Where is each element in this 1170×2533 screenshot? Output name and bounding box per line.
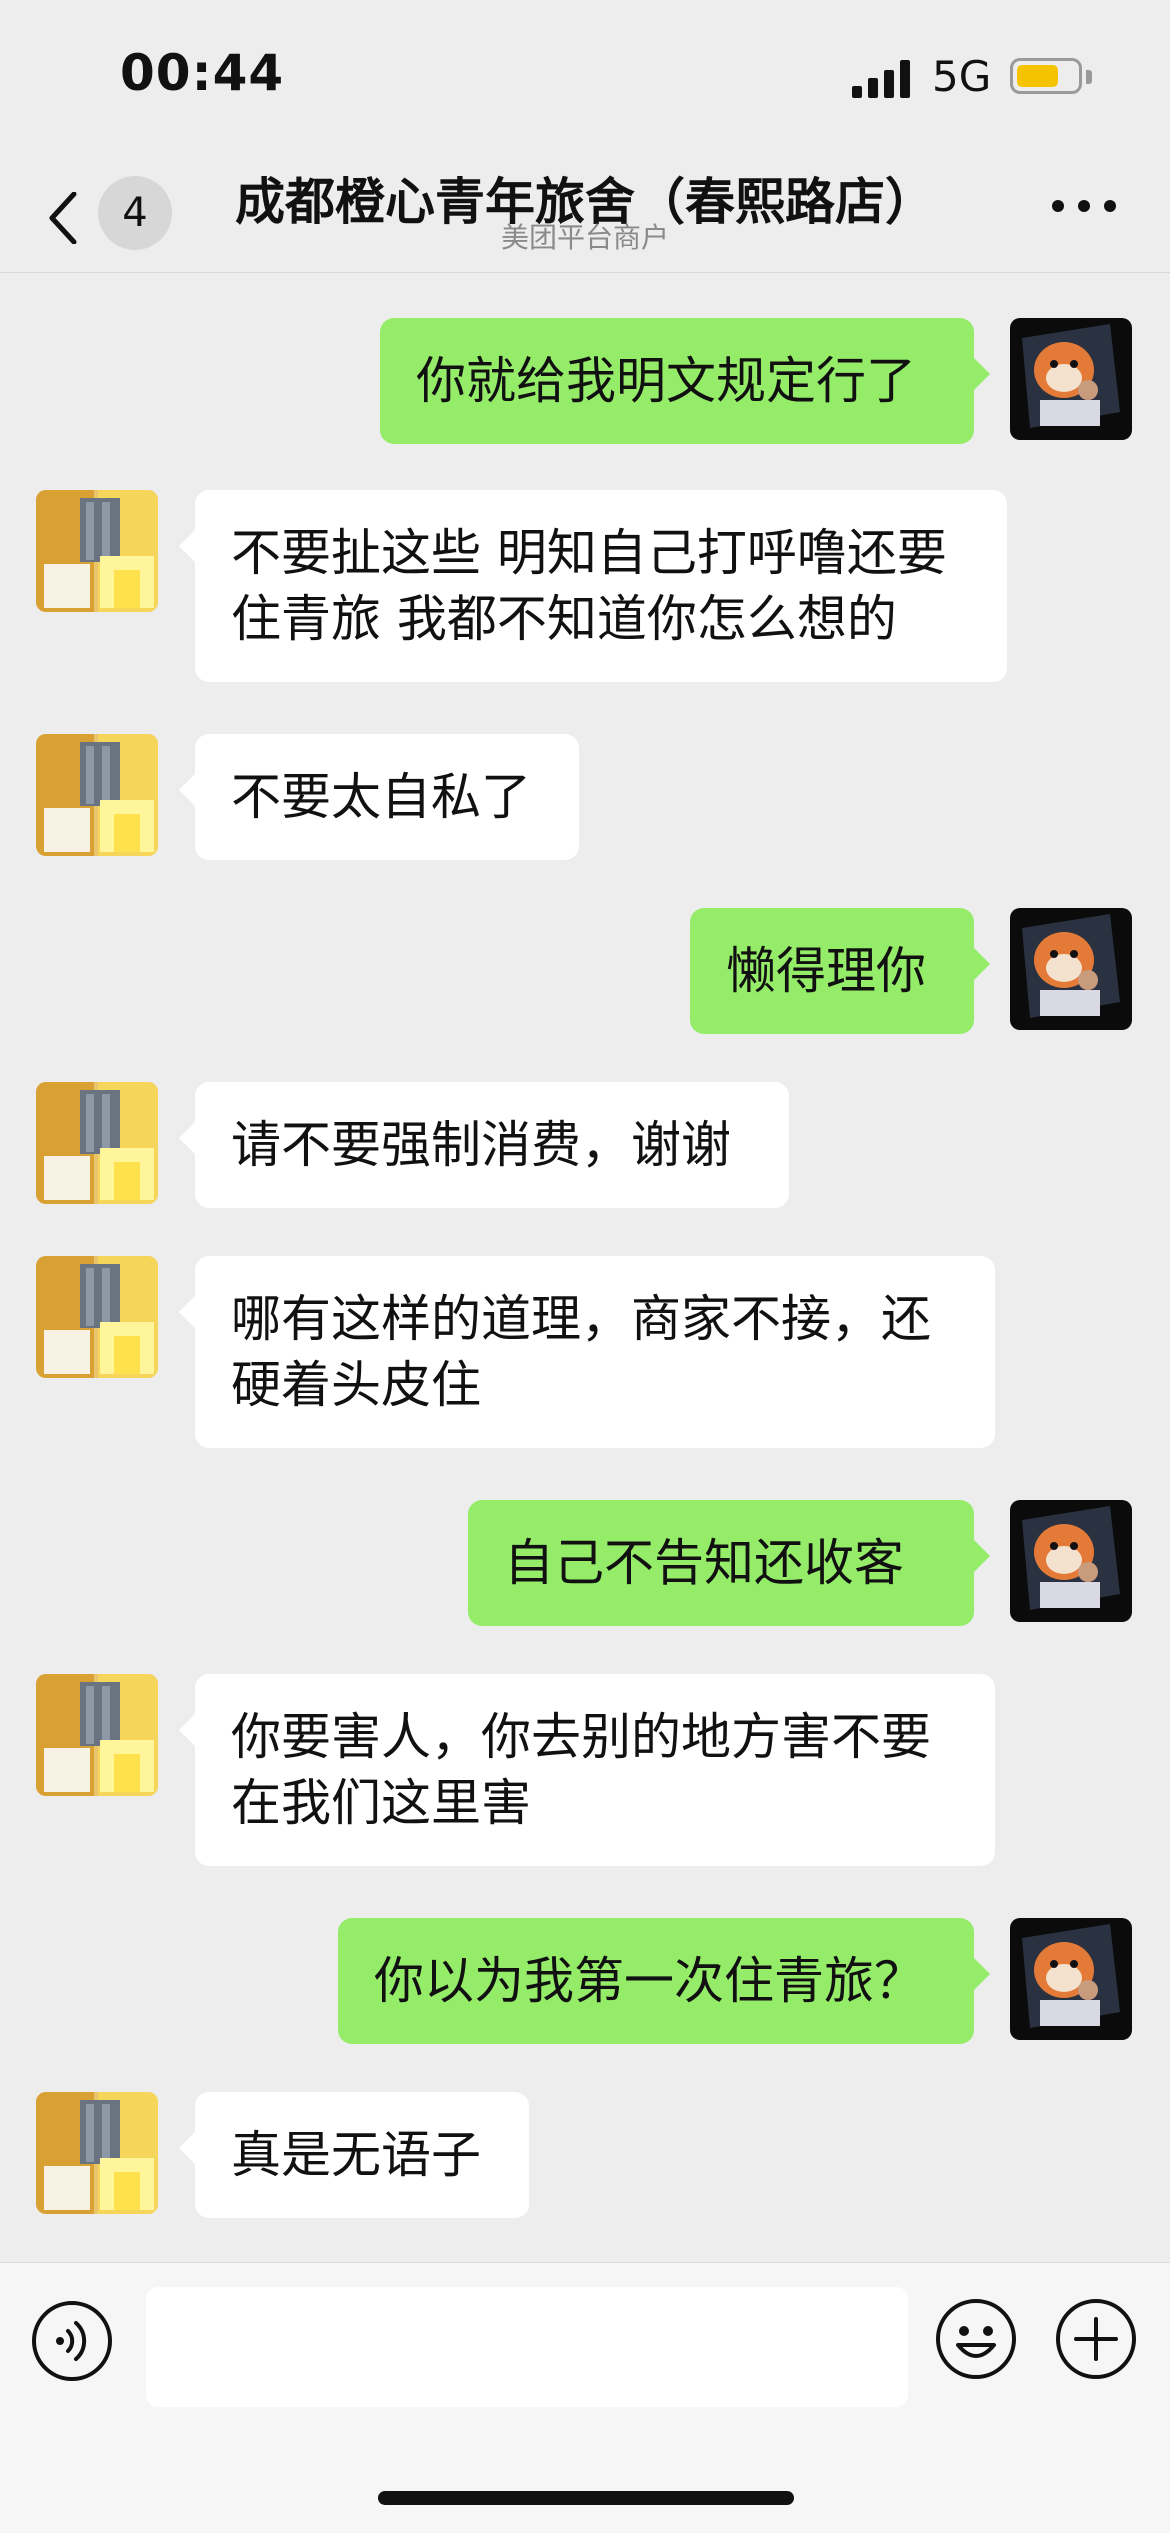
- my-avatar[interactable]: [1010, 1918, 1132, 2040]
- merchant-avatar[interactable]: [36, 1674, 158, 1796]
- message-bubble[interactable]: 不要扯这些 明知自己打呼噜还要 住青旅 我都不知道你怎么想的: [179, 490, 1007, 682]
- message-text-line: 不要扯这些 明知自己打呼噜还要: [231, 524, 947, 582]
- message-text-line: 你要害人，你去别的地方害不要: [231, 1708, 931, 1766]
- chat-subtitle: 美团平台商户: [500, 221, 669, 254]
- message-text-line: 哪有这样的道理，商家不接，还: [231, 1290, 931, 1348]
- merchant-avatar[interactable]: [36, 2092, 158, 2214]
- voice-icon[interactable]: [30, 2299, 114, 2387]
- message-text-line: 住青旅 我都不知道你怎么想的: [231, 590, 897, 648]
- message-bubble[interactable]: 自己不告知还收客: [468, 1500, 990, 1626]
- battery-icon: [1010, 58, 1082, 94]
- battery-tip: [1086, 70, 1092, 84]
- message-text-line: 硬着头皮住: [231, 1356, 481, 1414]
- signal-icon: [852, 58, 914, 98]
- message-input[interactable]: [146, 2287, 908, 2407]
- more-options-icon[interactable]: [1052, 196, 1116, 216]
- merchant-avatar[interactable]: [36, 1256, 158, 1378]
- message-bubble[interactable]: 哪有这样的道理，商家不接，还 硬着头皮住: [179, 1256, 995, 1448]
- message-bubble[interactable]: 你就给我明文规定行了: [380, 318, 990, 444]
- message-text-line: 懒得理你: [726, 942, 926, 1000]
- message-text-line: 在我们这里害: [231, 1774, 531, 1832]
- chat-header: 4 成都橙心青年旅舍（春熙路店） 美团平台商户: [0, 150, 1170, 273]
- message-bubble[interactable]: 真是无语子: [179, 2092, 529, 2218]
- message-bubble[interactable]: 你以为我第一次住青旅？: [338, 1918, 990, 2044]
- message-text-line: 你以为我第一次住青旅？: [374, 1952, 924, 2010]
- network-label: 5G: [932, 52, 992, 101]
- my-avatar[interactable]: [1010, 908, 1132, 1030]
- message-bubble[interactable]: 请不要强制消费，谢谢: [179, 1082, 789, 1208]
- message-bubble[interactable]: 你要害人，你去别的地方害不要 在我们这里害: [179, 1674, 995, 1866]
- status-bar: 00:44 5G: [0, 0, 1170, 150]
- message-text-line: 你就给我明文规定行了: [416, 352, 916, 410]
- my-avatar[interactable]: [1010, 318, 1132, 440]
- message-text-line: 真是无语子: [231, 2126, 481, 2184]
- my-avatar[interactable]: [1010, 1500, 1132, 1622]
- message-text-line: 请不要强制消费，谢谢: [231, 1116, 731, 1174]
- message-bubble[interactable]: 懒得理你: [690, 908, 990, 1034]
- message-bubble[interactable]: 不要太自私了: [179, 734, 579, 860]
- plus-icon[interactable]: [1054, 2297, 1138, 2385]
- emoji-icon[interactable]: [934, 2297, 1018, 2385]
- merchant-avatar[interactable]: [36, 734, 158, 856]
- message-text-line: 自己不告知还收客: [504, 1534, 904, 1592]
- merchant-avatar[interactable]: [36, 1082, 158, 1204]
- home-indicator: [378, 2491, 794, 2505]
- input-bar: [0, 2262, 1170, 2533]
- merchant-avatar[interactable]: [36, 490, 158, 612]
- status-time: 00:44: [120, 44, 285, 102]
- message-text-line: 不要太自私了: [231, 768, 531, 826]
